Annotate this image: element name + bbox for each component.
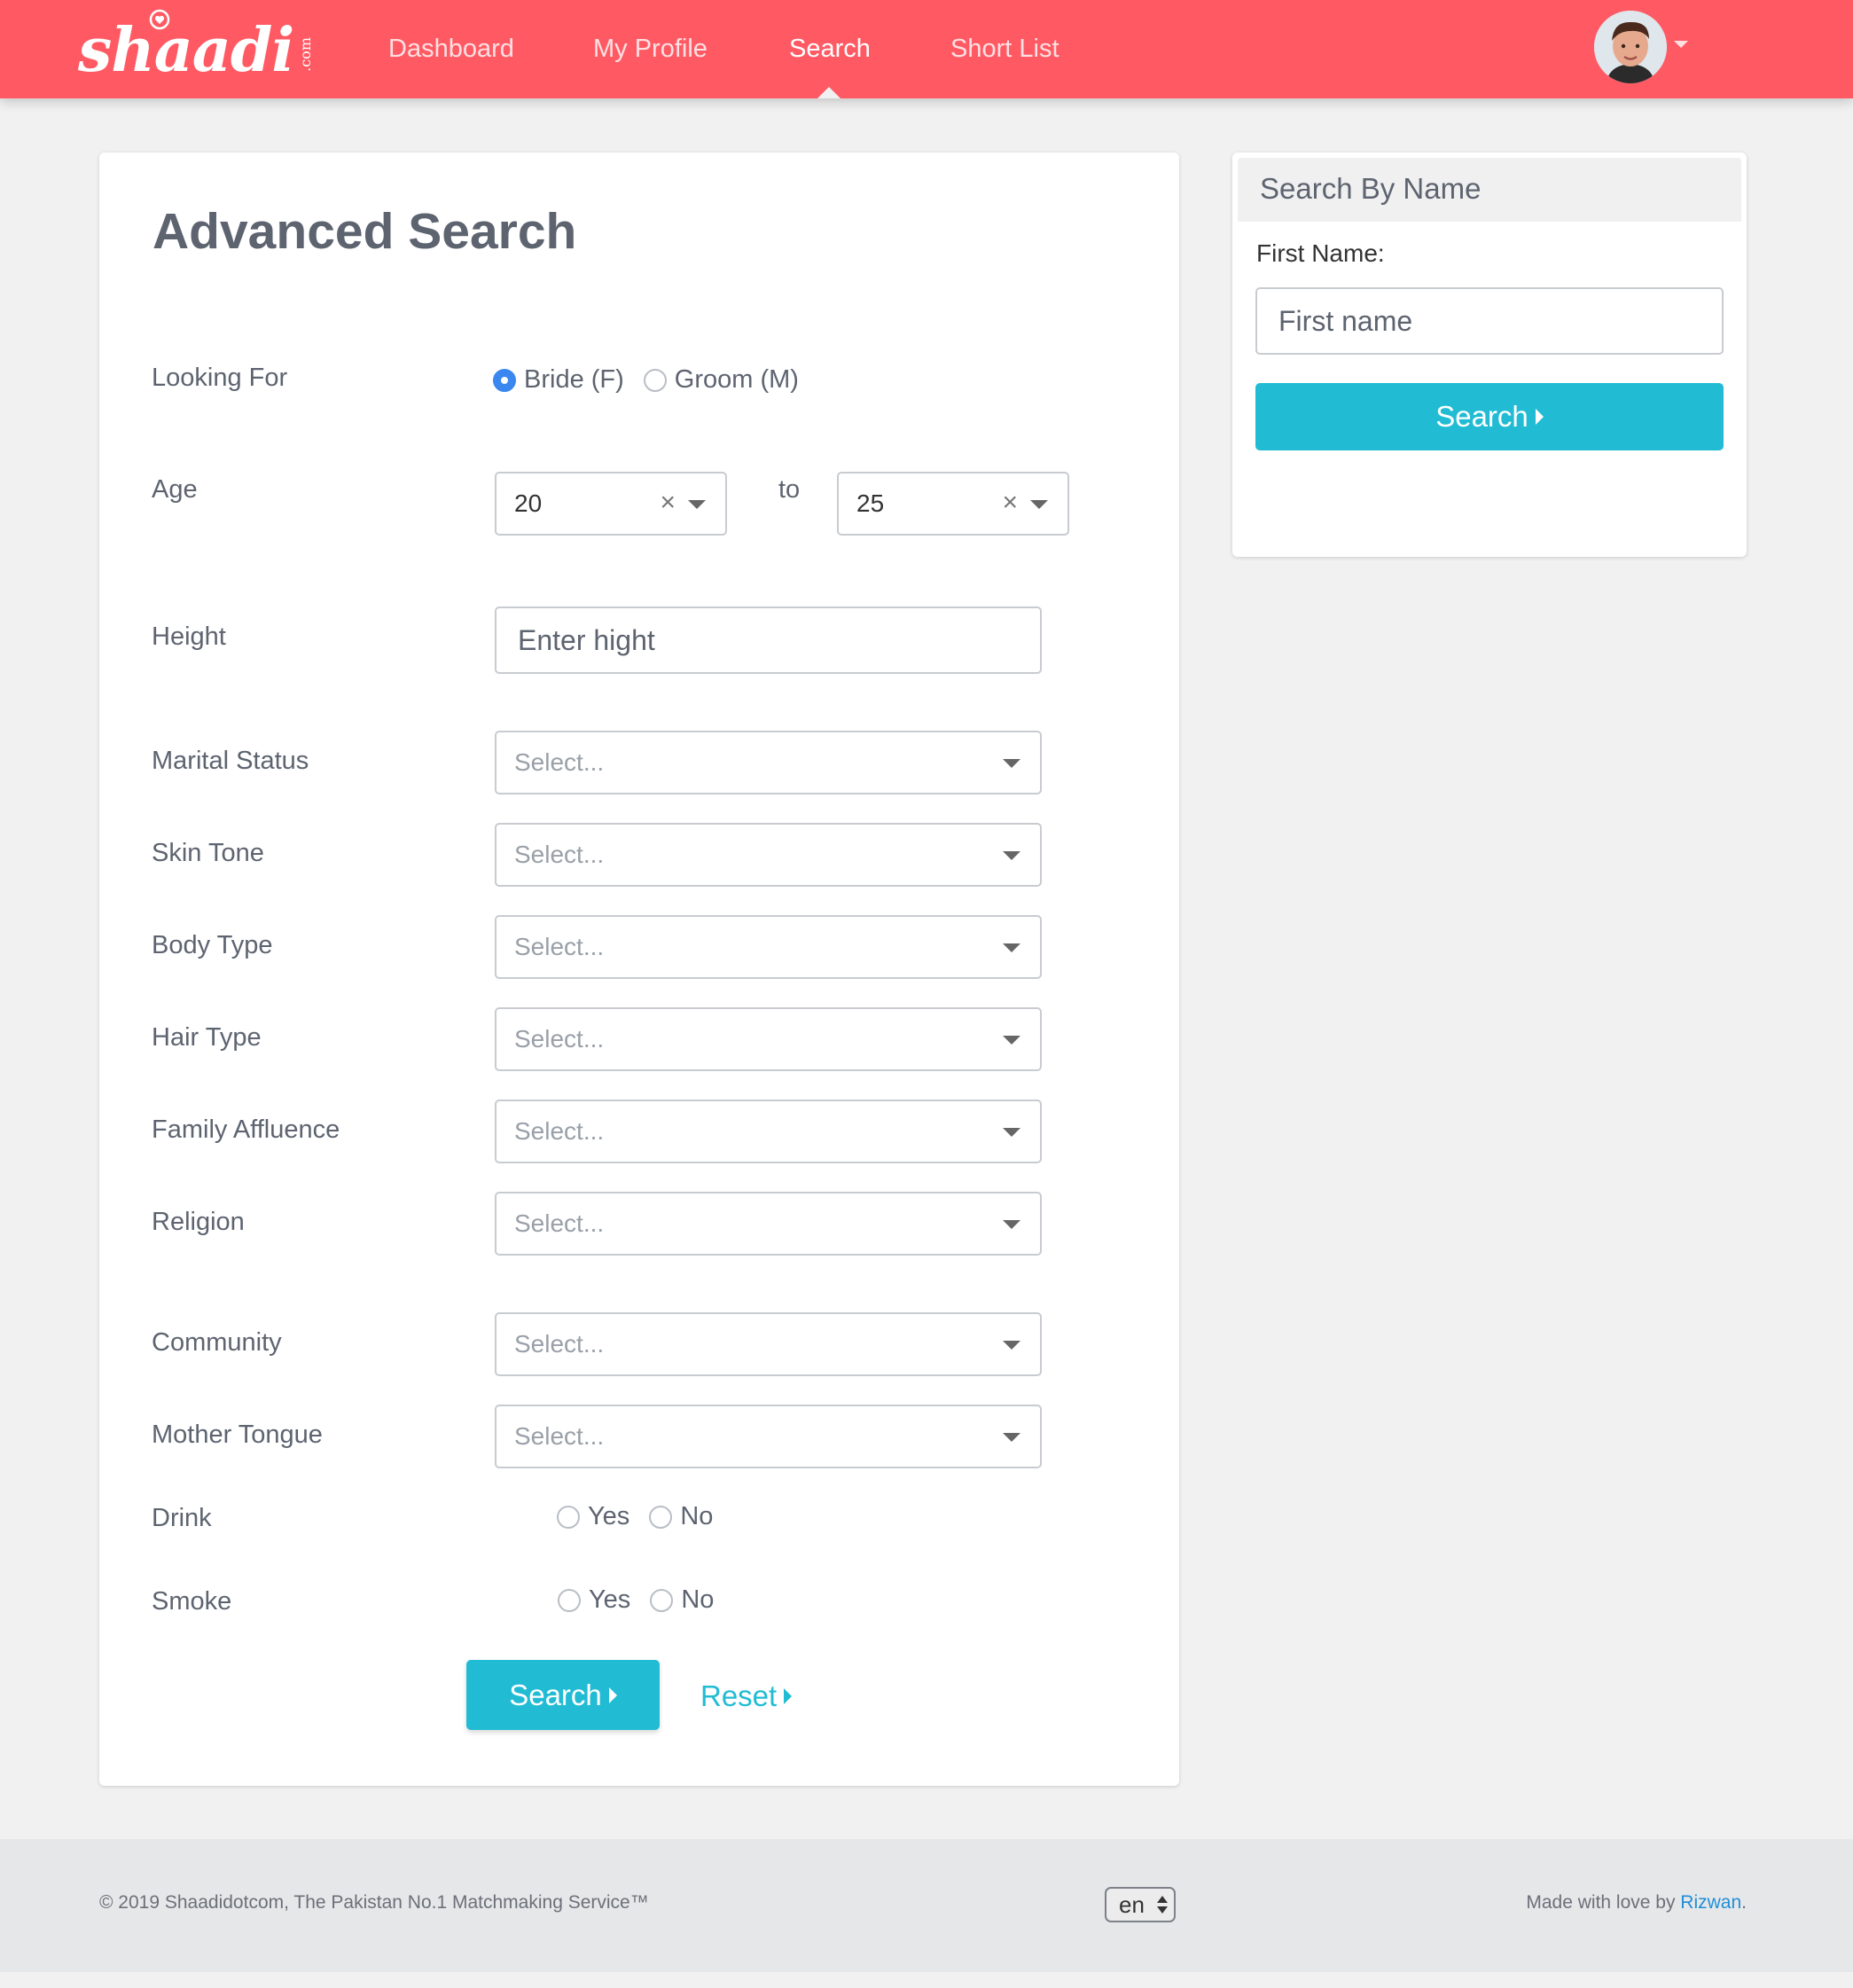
select-placeholder: Select... <box>514 1209 605 1237</box>
select-placeholder: Select... <box>514 1330 605 1358</box>
nav-my-profile[interactable]: My Profile <box>593 28 708 69</box>
made-with-text: Made with love by Rizwan. <box>1526 1892 1747 1914</box>
logo-text: shaadi <box>78 15 294 86</box>
drink-yes-radio[interactable] <box>557 1505 580 1529</box>
age-from-value: 20 <box>514 489 543 517</box>
height-label: Height <box>152 622 226 651</box>
caret-right-icon <box>1535 409 1544 425</box>
select-placeholder: Select... <box>514 933 605 960</box>
first-name-label: First Name: <box>1256 239 1385 267</box>
page-title: Advanced Search <box>152 203 577 260</box>
skin-tone-label: Skin Tone <box>152 839 264 867</box>
language-select[interactable]: en <box>1105 1887 1176 1922</box>
mother-tongue-select[interactable]: Select... <box>495 1405 1042 1468</box>
smoke-no-radio[interactable] <box>650 1588 674 1612</box>
author-link[interactable]: Rizwan <box>1680 1892 1741 1913</box>
drink-no-label[interactable]: No <box>680 1502 713 1531</box>
drink-yes-label[interactable]: Yes <box>588 1502 629 1531</box>
hair-type-label: Hair Type <box>152 1023 262 1052</box>
search-by-name-button[interactable]: Search <box>1255 383 1724 450</box>
groom-radio-label[interactable]: Groom (M) <box>675 365 799 395</box>
family-affluence-label: Family Affluence <box>152 1115 340 1144</box>
nav-search[interactable]: Search <box>789 28 871 69</box>
heart-icon <box>149 9 170 30</box>
skin-tone-select[interactable]: Select... <box>495 823 1042 887</box>
clear-icon[interactable]: × <box>660 486 676 520</box>
looking-for-label: Looking For <box>152 364 288 392</box>
user-avatar[interactable] <box>1594 11 1667 83</box>
select-placeholder: Select... <box>514 1025 605 1053</box>
caret-right-icon <box>784 1688 793 1704</box>
chevron-down-icon <box>1003 943 1020 952</box>
reset-button[interactable]: Reset <box>700 1679 793 1713</box>
community-select[interactable]: Select... <box>495 1312 1042 1376</box>
marital-status-select[interactable]: Select... <box>495 731 1042 794</box>
religion-label: Religion <box>152 1208 245 1236</box>
community-label: Community <box>152 1328 282 1357</box>
user-menu-chevron-down-icon[interactable] <box>1674 41 1688 48</box>
height-input[interactable] <box>495 607 1042 674</box>
family-affluence-select[interactable]: Select... <box>495 1100 1042 1163</box>
age-label: Age <box>152 475 198 504</box>
drink-no-radio[interactable] <box>649 1505 673 1529</box>
drink-radio-group: Yes No <box>557 1502 732 1531</box>
age-to-label: to <box>778 475 801 504</box>
smoke-label: Smoke <box>152 1587 232 1616</box>
chevron-down-icon <box>1030 500 1048 509</box>
select-placeholder: Select... <box>514 1117 605 1145</box>
clear-icon[interactable]: × <box>1002 486 1018 520</box>
religion-select[interactable]: Select... <box>495 1192 1042 1256</box>
select-placeholder: Select... <box>514 841 605 868</box>
hair-type-select[interactable]: Select... <box>495 1007 1042 1071</box>
nav-short-list[interactable]: Short List <box>950 28 1059 69</box>
select-placeholder: Select... <box>514 1422 605 1450</box>
search-button-label: Search <box>1435 400 1529 433</box>
chevron-down-icon <box>688 500 706 509</box>
chevron-down-icon <box>1003 1341 1020 1350</box>
user-avatar-image <box>1594 11 1667 83</box>
smoke-yes-label[interactable]: Yes <box>589 1585 630 1615</box>
copyright-text: © 2019 Shaadidotcom, The Pakistan No.1 M… <box>99 1892 649 1913</box>
looking-for-radio-group: Bride (F) Groom (M) <box>493 365 818 395</box>
select-placeholder: Select... <box>514 748 605 776</box>
active-nav-indicator <box>817 87 840 98</box>
chevron-down-icon <box>1003 759 1020 768</box>
made-with-suffix: . <box>1741 1892 1747 1913</box>
marital-status-label: Marital Status <box>152 747 309 775</box>
chevron-down-icon <box>1003 1036 1020 1045</box>
logo-suffix: .com <box>297 37 315 72</box>
smoke-yes-radio[interactable] <box>558 1588 581 1612</box>
smoke-radio-group: Yes No <box>558 1585 733 1615</box>
bride-radio[interactable] <box>493 368 516 392</box>
chevron-down-icon <box>1003 851 1020 860</box>
up-down-arrows-icon <box>1157 1896 1168 1914</box>
chevron-down-icon <box>1003 1433 1020 1442</box>
body-type-label: Body Type <box>152 931 273 959</box>
age-to-select[interactable]: 25 × <box>837 472 1069 536</box>
reset-button-label: Reset <box>700 1679 778 1712</box>
groom-radio[interactable] <box>643 368 667 392</box>
made-with-prefix: Made with love by <box>1526 1892 1681 1913</box>
body-type-select[interactable]: Select... <box>495 915 1042 979</box>
first-name-input[interactable] <box>1255 287 1724 355</box>
chevron-down-icon <box>1003 1220 1020 1229</box>
age-to-value: 25 <box>856 489 885 517</box>
advanced-search-button[interactable]: Search <box>466 1660 660 1730</box>
mother-tongue-label: Mother Tongue <box>152 1421 323 1449</box>
search-by-name-title: Search By Name <box>1260 172 1482 205</box>
drink-label: Drink <box>152 1504 212 1532</box>
caret-right-icon <box>608 1687 617 1703</box>
search-button-label: Search <box>509 1678 602 1711</box>
age-from-select[interactable]: 20 × <box>495 472 727 536</box>
language-value: en <box>1119 1891 1145 1918</box>
shaadi-logo[interactable]: shaadi .com <box>78 9 314 90</box>
bride-radio-label[interactable]: Bride (F) <box>524 365 624 395</box>
top-navbar: shaadi .com Dashboard My Profile Search … <box>0 0 1853 98</box>
chevron-down-icon <box>1003 1128 1020 1137</box>
smoke-no-label[interactable]: No <box>681 1585 714 1615</box>
nav-dashboard[interactable]: Dashboard <box>388 28 514 69</box>
